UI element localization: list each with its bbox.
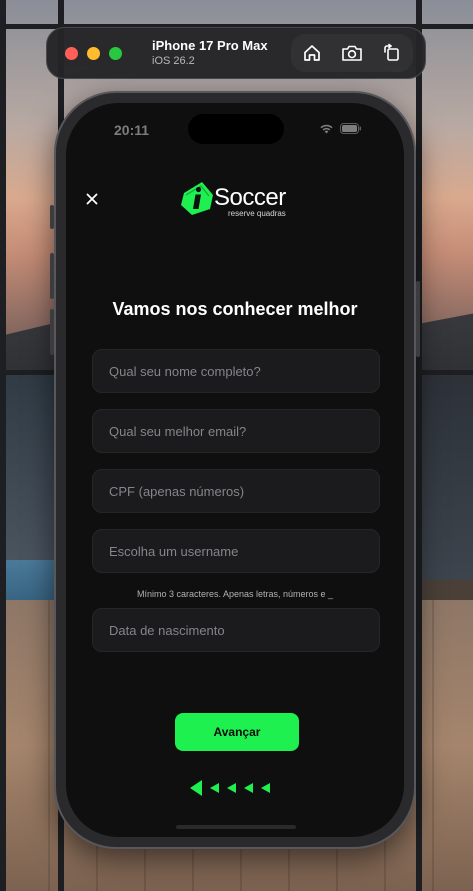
simulator-actions [291, 34, 413, 72]
birth-date-field[interactable] [92, 608, 380, 652]
status-time: 20:11 [114, 122, 150, 138]
window-controls [65, 46, 122, 60]
screenshot-icon [342, 45, 362, 61]
username-field[interactable] [92, 529, 380, 573]
logo-tagline: reserve quadras [228, 209, 286, 218]
email-field[interactable] [92, 409, 380, 453]
home-button[interactable] [295, 38, 329, 68]
step-indicator-dot-4 [244, 783, 253, 793]
app-screen: 20:11 Soccer reserve quadras Vamos nos c… [66, 103, 404, 837]
logo-brand-text: Soccer [214, 184, 286, 211]
volume-up-button[interactable] [50, 253, 54, 299]
home-icon [304, 45, 320, 61]
backdrop-window-frame [0, 0, 6, 891]
simulator-title: iPhone 17 Pro Max iOS 26.2 [152, 38, 268, 68]
step-indicator-dot-5 [261, 783, 270, 793]
backdrop-window-frame [416, 0, 422, 891]
simulator-toolbar: iPhone 17 Pro Max iOS 26.2 [46, 27, 426, 79]
step-indicator-dot-2 [210, 783, 219, 793]
logo-badge-icon [181, 182, 213, 215]
step-indicator-dot-3 [227, 783, 236, 793]
iphone-device-frame: 20:11 Soccer reserve quadras Vamos nos c… [50, 91, 420, 849]
rotate-icon [384, 43, 399, 61]
rotate-button[interactable] [375, 38, 409, 68]
device-name: iPhone 17 Pro Max [152, 38, 268, 53]
status-icons [319, 123, 362, 134]
battery-icon [340, 123, 362, 134]
step-indicator [190, 779, 270, 797]
os-version: iOS 26.2 [152, 55, 195, 67]
step-indicator-dot-1 [190, 780, 202, 796]
cpf-field[interactable] [92, 469, 380, 513]
close-button[interactable] [80, 187, 104, 211]
screenshot-button[interactable] [335, 38, 369, 68]
window-close-button[interactable] [65, 46, 78, 60]
action-button[interactable] [50, 205, 54, 229]
window-minimize-button[interactable] [87, 46, 100, 60]
window-zoom-button[interactable] [109, 46, 122, 60]
close-icon [86, 193, 98, 205]
advance-button[interactable]: Avançar [175, 713, 299, 751]
status-bar: 20:11 [66, 103, 404, 155]
wifi-icon [320, 124, 333, 134]
home-indicator [176, 825, 296, 829]
dynamic-island [188, 114, 284, 144]
full-name-field[interactable] [92, 349, 380, 393]
volume-down-button[interactable] [50, 309, 54, 355]
username-hint: Mínimo 3 caracteres. Apenas letras, núme… [136, 589, 334, 599]
page-title: Vamos nos conhecer melhor [112, 299, 358, 319]
backdrop-wall-left [0, 370, 60, 570]
isoccer-logo: Soccer reserve quadras [178, 179, 298, 223]
power-button[interactable] [416, 281, 420, 357]
